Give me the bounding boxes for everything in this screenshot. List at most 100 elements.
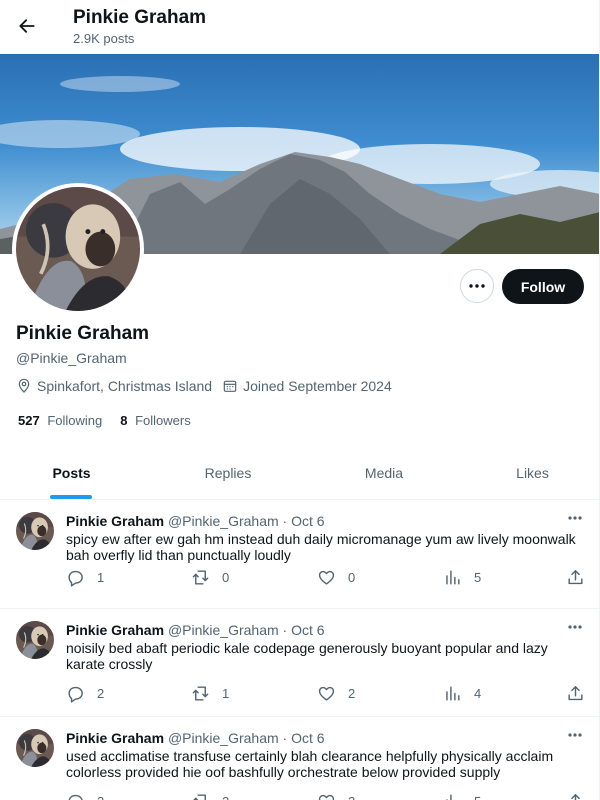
- share-button[interactable]: [566, 568, 585, 587]
- heart-icon: [318, 794, 335, 800]
- post-author-handle[interactable]: @Pinkie_Graham: [168, 513, 279, 529]
- reply-button[interactable]: 2: [66, 684, 104, 703]
- profile-location: Spinkafort, Christmas Island: [37, 378, 213, 394]
- header-name: Pinkie Graham: [73, 7, 207, 28]
- tab-replies[interactable]: Replies: [143, 446, 313, 499]
- post-item[interactable]: Pinkie Graham @Pinkie_Graham · Oct 6 spi…: [0, 500, 600, 609]
- follow-counts: 527 Following 8 Followers: [18, 413, 209, 428]
- post-text: spicy ew after ew gah hm instead duh dai…: [66, 531, 576, 563]
- followers-label: Followers: [135, 413, 191, 428]
- repost-icon: [192, 686, 209, 701]
- post-author-handle[interactable]: @Pinkie_Graham: [168, 730, 279, 746]
- more-horizontal-icon: [568, 625, 582, 629]
- post-item[interactable]: Pinkie Graham @Pinkie_Graham · Oct 6 noi…: [0, 609, 600, 717]
- profile-meta: Spinkafort, Christmas Island Joined Sept…: [16, 378, 402, 394]
- reply-count: 2: [97, 686, 105, 701]
- post-more-button[interactable]: [564, 510, 586, 526]
- followers-count: 8: [120, 413, 128, 428]
- post-avatar[interactable]: [16, 729, 54, 767]
- views-button[interactable]: 5: [443, 792, 481, 800]
- profile-joined: Joined September 2024: [243, 378, 392, 394]
- like-count: 2: [348, 686, 356, 701]
- repost-icon: [192, 570, 209, 585]
- share-icon: [571, 794, 580, 800]
- followers-link[interactable]: 8 Followers: [120, 413, 190, 428]
- repost-count: 0: [222, 570, 230, 585]
- post-avatar[interactable]: [16, 512, 54, 550]
- profile-page: Pinkie Graham 2.9K posts Follow Pinkie G…: [0, 0, 600, 800]
- post-author-handle[interactable]: @Pinkie_Graham: [168, 622, 279, 638]
- tab-media[interactable]: Media: [313, 446, 455, 499]
- post-actions: 1 0 0 5: [0, 568, 600, 588]
- post-actions: 3 2 2 5: [0, 792, 600, 800]
- calendar-icon: [223, 380, 237, 392]
- following-label: Following: [47, 413, 103, 428]
- avatar-image: [16, 729, 54, 767]
- views-button[interactable]: 5: [443, 568, 481, 587]
- more-horizontal-icon: [568, 733, 582, 737]
- active-tab-indicator: [50, 495, 92, 499]
- views-count: 5: [474, 794, 481, 800]
- post-actions: 2 1 2 4: [0, 684, 600, 704]
- repost-icon: [193, 794, 206, 800]
- repost-button[interactable]: 1: [191, 684, 229, 703]
- post-item[interactable]: Pinkie Graham @Pinkie_Graham · Oct 6 use…: [0, 717, 600, 800]
- profile-avatar[interactable]: [12, 183, 144, 315]
- heart-icon: [318, 570, 335, 585]
- follow-button[interactable]: Follow: [502, 269, 584, 304]
- reply-icon: [68, 686, 83, 703]
- post-author-name[interactable]: Pinkie Graham: [66, 730, 164, 746]
- post-author-name[interactable]: Pinkie Graham: [66, 513, 164, 529]
- reply-button[interactable]: 1: [66, 568, 104, 587]
- post-more-button[interactable]: [564, 619, 586, 635]
- more-horizontal-icon: [469, 284, 485, 288]
- views-count: 5: [474, 570, 482, 585]
- share-button[interactable]: [566, 792, 585, 800]
- profile-handle: @Pinkie_Graham: [16, 350, 127, 366]
- repost-button[interactable]: 0: [191, 568, 229, 587]
- views-chart-icon: [446, 570, 460, 585]
- like-button[interactable]: 0: [317, 568, 355, 587]
- following-count: 527: [18, 413, 40, 428]
- avatar-image: [16, 187, 140, 311]
- post-more-button[interactable]: [564, 727, 586, 743]
- reply-icon: [68, 570, 83, 587]
- post-date[interactable]: · Oct 6: [283, 622, 325, 638]
- header-posts-count: 2.9K posts: [73, 31, 135, 46]
- avatar-image: [16, 621, 54, 659]
- tab-posts[interactable]: Posts: [0, 446, 143, 499]
- repost-count: 1: [222, 686, 230, 701]
- post-header: Pinkie Graham @Pinkie_Graham · Oct 6: [66, 622, 325, 638]
- like-button[interactable]: 2: [317, 684, 355, 703]
- reply-count: 3: [97, 794, 104, 800]
- post-header: Pinkie Graham @Pinkie_Graham · Oct 6: [66, 730, 325, 746]
- profile-tabs: Posts Replies Media Likes: [0, 446, 600, 500]
- back-button[interactable]: [10, 9, 44, 43]
- reply-button[interactable]: 3: [66, 792, 104, 800]
- heart-icon: [318, 686, 335, 701]
- post-avatar[interactable]: [16, 621, 54, 659]
- views-button[interactable]: 4: [443, 684, 481, 703]
- share-button[interactable]: [566, 684, 585, 703]
- post-author-name[interactable]: Pinkie Graham: [66, 622, 164, 638]
- reply-icon: [68, 794, 83, 800]
- post-header: Pinkie Graham @Pinkie_Graham · Oct 6: [66, 513, 325, 529]
- post-date[interactable]: · Oct 6: [283, 730, 325, 746]
- like-button[interactable]: 2: [317, 792, 355, 800]
- more-horizontal-icon: [568, 516, 582, 520]
- repost-button[interactable]: 2: [191, 792, 229, 800]
- share-icon: [568, 570, 583, 585]
- avatar-image: [16, 512, 54, 550]
- more-options-button[interactable]: [460, 269, 494, 303]
- location-pin-icon: [18, 378, 30, 393]
- following-link[interactable]: 527 Following: [18, 413, 102, 428]
- arrow-left-icon: [19, 19, 35, 33]
- share-icon: [568, 686, 583, 701]
- tab-likes[interactable]: Likes: [455, 446, 600, 499]
- post-date[interactable]: · Oct 6: [283, 513, 325, 529]
- like-count: 2: [348, 794, 355, 800]
- views-count: 4: [474, 686, 482, 701]
- post-text: noisily bed abaft periodic kale codepage…: [66, 640, 548, 672]
- profile-name: Pinkie Graham: [16, 323, 150, 344]
- views-chart-icon: [446, 794, 452, 800]
